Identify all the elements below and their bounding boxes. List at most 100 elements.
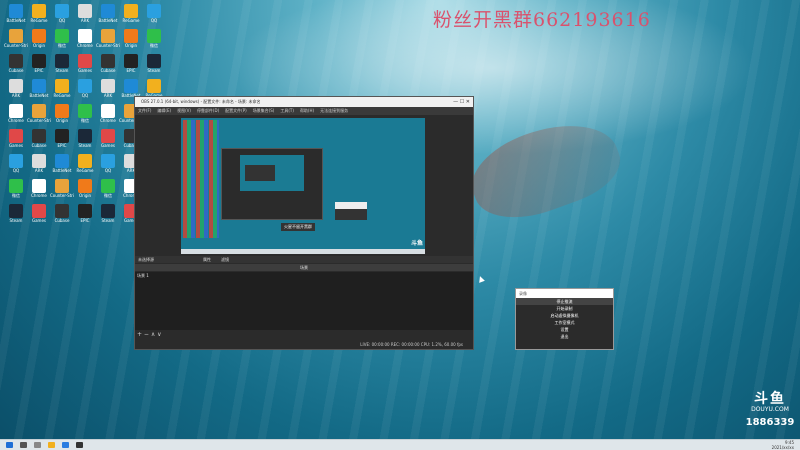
obs-menu-item[interactable]: 工具(T) bbox=[280, 108, 294, 113]
app-icon bbox=[78, 79, 92, 93]
context-menu-item[interactable]: 退出 bbox=[516, 333, 613, 340]
shortcut-label: Counter-Strike Global Off bbox=[4, 43, 28, 48]
windows-taskbar[interactable]: 9:45 2021/xx/xx bbox=[0, 439, 800, 450]
app-icon bbox=[32, 204, 46, 218]
preview-taskbar bbox=[181, 249, 425, 254]
app-icon bbox=[101, 29, 115, 43]
app-icon bbox=[78, 129, 92, 143]
shortcut-label: Origin bbox=[55, 118, 69, 123]
app-icon bbox=[101, 79, 115, 93]
shortcut-label: Chrome bbox=[77, 43, 93, 48]
douyu-logo: 斗鱼 bbox=[754, 391, 786, 407]
task-view-icon[interactable] bbox=[34, 442, 41, 448]
context-menu-item[interactable]: 工作室模式 bbox=[516, 319, 613, 326]
app-icon bbox=[55, 204, 69, 218]
app-icon bbox=[147, 54, 161, 68]
obs-window[interactable]: OBS 27.0.1 (64-bit, windows) - 配置文件: 未命名… bbox=[134, 96, 474, 350]
desktop-shortcut[interactable]: Games bbox=[27, 204, 51, 238]
app-icon bbox=[32, 54, 46, 68]
properties-button[interactable]: 属性 bbox=[203, 256, 211, 263]
shortcut-label: QQ bbox=[150, 18, 158, 23]
obs-preview-canvas[interactable]: 火星不留开黑群 斗鱼 bbox=[181, 118, 425, 254]
context-menu-item[interactable]: 设置 bbox=[516, 326, 613, 333]
app-icon bbox=[124, 29, 138, 43]
app-icon bbox=[55, 154, 69, 168]
shortcut-label: Chrome bbox=[8, 118, 24, 123]
app-icon bbox=[9, 204, 23, 218]
obs-menu-item[interactable]: 文件(F) bbox=[138, 108, 151, 113]
scenes-list[interactable]: 场景 1 bbox=[135, 272, 473, 330]
preview-context-menu bbox=[335, 202, 367, 220]
tray-context-menu[interactable]: 录像 停止推流 开始录制 启动虚拟摄像机 工作室模式 设置 退出 bbox=[515, 288, 614, 350]
app-icon bbox=[9, 4, 23, 18]
shortcut-label: QQ bbox=[81, 93, 89, 98]
obs-menu-item[interactable]: 帮助(H) bbox=[300, 108, 314, 113]
desktop-shortcut[interactable]: EPIC bbox=[73, 204, 97, 238]
filters-button[interactable]: 滤镜 bbox=[221, 256, 229, 263]
app-icon bbox=[78, 154, 92, 168]
context-menu-item[interactable]: 开始录制 bbox=[516, 305, 613, 312]
app-icon bbox=[101, 154, 115, 168]
app-icon bbox=[55, 104, 69, 118]
douyu-watermark: 斗鱼 DOUYU.COM 1886339 bbox=[744, 392, 796, 428]
obs-taskbar-icon[interactable] bbox=[76, 442, 83, 448]
context-menu-item[interactable]: 停止推流 bbox=[516, 298, 613, 305]
obs-menu-item[interactable]: 视图(V) bbox=[177, 108, 191, 113]
shortcut-label: BattleNet bbox=[52, 168, 72, 173]
shortcut-label: Steam bbox=[55, 68, 69, 73]
douyu-url: DOUYU.COM bbox=[751, 406, 789, 413]
app-icon bbox=[78, 179, 92, 193]
shortcut-label: Games bbox=[101, 143, 115, 148]
shortcut-label: EPIC bbox=[80, 218, 90, 223]
app-icon bbox=[32, 154, 46, 168]
start-menu-icon[interactable] bbox=[6, 442, 13, 448]
shortcut-label: QQ bbox=[104, 168, 112, 173]
desktop-shortcut[interactable]: Steam bbox=[4, 204, 28, 238]
obs-window-title: OBS 27.0.1 (64-bit, windows) - 配置文件: 未命名… bbox=[141, 99, 261, 104]
shortcut-label: ARK bbox=[80, 18, 90, 23]
obs-menu-item[interactable]: 无法连接到服务 bbox=[320, 108, 348, 113]
obs-menu-item[interactable]: 配置文件(P) bbox=[225, 108, 247, 113]
app-icon bbox=[78, 54, 92, 68]
obs-menu-bar[interactable]: 文件(F) 编辑(E) 视图(V) 停靠部件(D) 配置文件(P) 场景集合(S) 工具(T… bbox=[135, 107, 473, 115]
shortcut-label: EPIC bbox=[34, 68, 44, 73]
app-icon bbox=[124, 4, 138, 18]
desktop-shortcut[interactable]: Cubase bbox=[50, 204, 74, 238]
app-icon bbox=[124, 79, 138, 93]
app-icon bbox=[55, 179, 69, 193]
scene-dock-buttons[interactable]: + − ∧ ∨ bbox=[137, 331, 162, 338]
search-icon[interactable] bbox=[20, 442, 27, 448]
shortcut-label: ReGame bbox=[30, 18, 48, 23]
shortcut-label: Cubase bbox=[100, 68, 116, 73]
obs-menu-item[interactable]: 场景集合(S) bbox=[253, 108, 275, 113]
shortcut-label: Games bbox=[32, 218, 46, 223]
preview-desktop-icons bbox=[183, 120, 219, 238]
obs-title-bar[interactable]: OBS 27.0.1 (64-bit, windows) - 配置文件: 未命名… bbox=[135, 97, 473, 107]
edge-browser-icon[interactable] bbox=[62, 442, 69, 448]
shortcut-label: Counter-Strike Global Off bbox=[27, 118, 51, 123]
app-icon bbox=[101, 204, 115, 218]
shortcut-label: Games bbox=[9, 143, 23, 148]
file-explorer-icon[interactable] bbox=[48, 442, 55, 448]
scenes-dock-header: 场景 bbox=[135, 264, 473, 271]
shortcut-label: Origin bbox=[124, 43, 138, 48]
shortcut-label: Chrome bbox=[31, 193, 47, 198]
context-menu-header: 录像 bbox=[516, 289, 613, 298]
obs-menu-item[interactable]: 停靠部件(D) bbox=[197, 108, 219, 113]
context-menu-item[interactable]: 启动虚拟摄像机 bbox=[516, 312, 613, 319]
app-icon bbox=[101, 104, 115, 118]
shortcut-label: BattleNet bbox=[29, 93, 49, 98]
app-icon bbox=[9, 104, 23, 118]
app-icon bbox=[101, 129, 115, 143]
shortcut-label: 微信 bbox=[104, 193, 112, 198]
obs-menu-item[interactable]: 编辑(E) bbox=[157, 108, 171, 113]
scene-item[interactable]: 场景 1 bbox=[135, 272, 473, 280]
shortcut-label: Origin bbox=[32, 43, 46, 48]
window-controls[interactable]: — ☐ ✕ bbox=[453, 97, 470, 107]
nested-obs-window bbox=[221, 148, 323, 220]
desktop-shortcut[interactable]: Steam bbox=[96, 204, 120, 238]
shortcut-label: EPIC bbox=[57, 143, 67, 148]
app-icon bbox=[9, 179, 23, 193]
app-icon bbox=[78, 29, 92, 43]
app-icon bbox=[9, 154, 23, 168]
